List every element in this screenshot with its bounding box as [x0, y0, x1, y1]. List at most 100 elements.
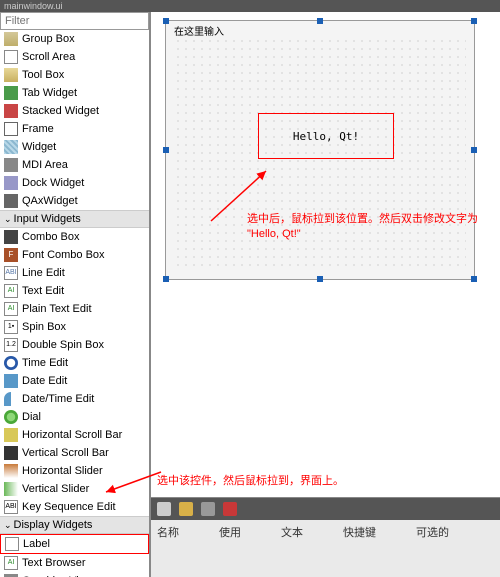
textbrowser-item[interactable]: AIText Browser: [0, 554, 149, 572]
form-menubar-hint[interactable]: 在这里输入: [174, 23, 224, 38]
widget-label: Key Sequence Edit: [22, 501, 116, 513]
widget-label: QAxWidget: [22, 195, 78, 207]
dockwidget-item-icon: [4, 176, 18, 190]
datetimeedit-item[interactable]: Date/Time Edit: [0, 390, 149, 408]
fontcombo-item[interactable]: F Font Combo Box: [0, 246, 149, 264]
widget-label: Tool Box: [22, 69, 64, 81]
window-titlebar: mainwindow.ui: [0, 0, 500, 12]
widget-label: Dial: [22, 411, 41, 423]
hslider-item-icon: [4, 464, 18, 478]
widget-label: Widget: [22, 141, 56, 153]
col-used[interactable]: 使用: [219, 524, 241, 540]
toolbox-item-icon: [4, 68, 18, 82]
stackedwidget-item-icon: [4, 104, 18, 118]
qaxwidget-item[interactable]: QAxWidget: [0, 192, 149, 210]
label-item[interactable]: Label: [0, 534, 149, 554]
dateedit-item-icon: [4, 374, 18, 388]
widget-label: Label: [23, 538, 50, 550]
widget-label: Date/Time Edit: [22, 393, 94, 405]
doublespin-item-icon: 1.2: [4, 338, 18, 352]
resize-handle[interactable]: [471, 18, 477, 24]
textbrowser-item-icon: AI: [4, 556, 18, 570]
doublespin-item[interactable]: 1.2Double Spin Box: [0, 336, 149, 354]
combobox-item[interactable]: Combo Box: [0, 228, 149, 246]
input-widgets-group-header[interactable]: ⌄ Input Widgets: [0, 210, 149, 228]
groupbox-item[interactable]: Group Box: [0, 30, 149, 48]
mdiarea-item[interactable]: MDI Area: [0, 156, 149, 174]
resize-handle[interactable]: [317, 276, 323, 282]
resize-handle[interactable]: [471, 147, 477, 153]
timeedit-item-icon: [4, 356, 18, 370]
spinbox-item-icon: 1▪: [4, 320, 18, 334]
timeedit-item[interactable]: Time Edit: [0, 354, 149, 372]
dockwidget-item[interactable]: Dock Widget: [0, 174, 149, 192]
frame-item-icon: [4, 122, 18, 136]
form-editor-canvas[interactable]: 在这里输入 Hello, Qt! 选中后，鼠标拉到该位置。然后双击修改文字为 "…: [150, 12, 500, 577]
widget-label: Dock Widget: [22, 177, 84, 189]
lineedit-item[interactable]: ABI Line Edit: [0, 264, 149, 282]
dial-item-icon: [4, 410, 18, 424]
widget-label: Plain Text Edit: [22, 303, 92, 315]
hscrollbar-item-icon: [4, 428, 18, 442]
widget-label: Horizontal Scroll Bar: [22, 429, 122, 441]
action-editor-panel: 名称 使用 文本 快捷键 可选的: [151, 497, 500, 577]
scrollarea-item-icon: [4, 50, 18, 64]
widget-label: Line Edit: [22, 267, 65, 279]
widget-label: Combo Box: [22, 231, 79, 243]
scrollarea-item[interactable]: Scroll Area: [0, 48, 149, 66]
frame-item[interactable]: Frame: [0, 120, 149, 138]
plaintext-item-icon: AI: [4, 302, 18, 316]
widget-label: Scroll Area: [22, 51, 75, 63]
vscrollbar-item-icon: [4, 446, 18, 460]
widget-label: Time Edit: [22, 357, 68, 369]
textedit-item-icon: AI: [4, 284, 18, 298]
widget-label: Font Combo Box: [22, 249, 105, 261]
widget-label: Frame: [22, 123, 54, 135]
tabwidget-item-icon: [4, 86, 18, 100]
copy-icon[interactable]: [201, 502, 215, 516]
widget-label: Vertical Scroll Bar: [22, 447, 109, 459]
datetimeedit-item-icon: [4, 392, 18, 406]
stackedwidget-item[interactable]: Stacked Widget: [0, 102, 149, 120]
col-text[interactable]: 文本: [281, 524, 303, 540]
chevron-down-icon: ⌄: [4, 214, 12, 225]
dateedit-item[interactable]: Date Edit: [0, 372, 149, 390]
widget-label: Tab Widget: [22, 87, 77, 99]
widget-item[interactable]: Widget: [0, 138, 149, 156]
resize-handle[interactable]: [163, 276, 169, 282]
action-table-header: 名称 使用 文本 快捷键 可选的: [151, 520, 500, 544]
annotation-text: 选中后，鼠标拉到该位置。然后双击修改文字为 "Hello, Qt!": [247, 212, 497, 243]
qaxwidget-item-icon: [4, 194, 18, 208]
combobox-item-icon: [4, 230, 18, 244]
group-label: Display Widgets: [14, 519, 93, 531]
toolbox-item[interactable]: Tool Box: [0, 66, 149, 84]
lineedit-item-icon: ABI: [4, 266, 18, 280]
textedit-item[interactable]: AIText Edit: [0, 282, 149, 300]
resize-handle[interactable]: [163, 18, 169, 24]
resize-handle[interactable]: [163, 147, 169, 153]
dial-item[interactable]: Dial: [0, 408, 149, 426]
fontcombo-item-icon: F: [4, 248, 18, 262]
filter-input[interactable]: [0, 12, 149, 30]
tabwidget-item[interactable]: Tab Widget: [0, 84, 149, 102]
col-name[interactable]: 名称: [157, 524, 179, 540]
graphicsview-item[interactable]: Graphics View: [0, 572, 149, 577]
col-shortcut[interactable]: 快捷键: [343, 524, 376, 540]
folder-icon[interactable]: [179, 502, 193, 516]
spinbox-item[interactable]: 1▪Spin Box: [0, 318, 149, 336]
delete-icon[interactable]: [223, 502, 237, 516]
keyseq-item[interactable]: ABIKey Sequence Edit: [0, 498, 149, 516]
annotation-arrow-icon: [101, 467, 171, 497]
widget-label: Date Edit: [22, 375, 67, 387]
label-item-icon: [5, 537, 19, 551]
resize-handle[interactable]: [471, 276, 477, 282]
vscrollbar-item[interactable]: Vertical Scroll Bar: [0, 444, 149, 462]
resize-handle[interactable]: [317, 18, 323, 24]
col-checkable[interactable]: 可选的: [416, 524, 449, 540]
hscrollbar-item[interactable]: Horizontal Scroll Bar: [0, 426, 149, 444]
widget-label: Stacked Widget: [22, 105, 99, 117]
plaintext-item[interactable]: AI Plain Text Edit: [0, 300, 149, 318]
display-widgets-group-header[interactable]: ⌄ Display Widgets: [0, 516, 149, 534]
new-action-icon[interactable]: [157, 502, 171, 516]
label-widget[interactable]: Hello, Qt!: [258, 113, 394, 159]
